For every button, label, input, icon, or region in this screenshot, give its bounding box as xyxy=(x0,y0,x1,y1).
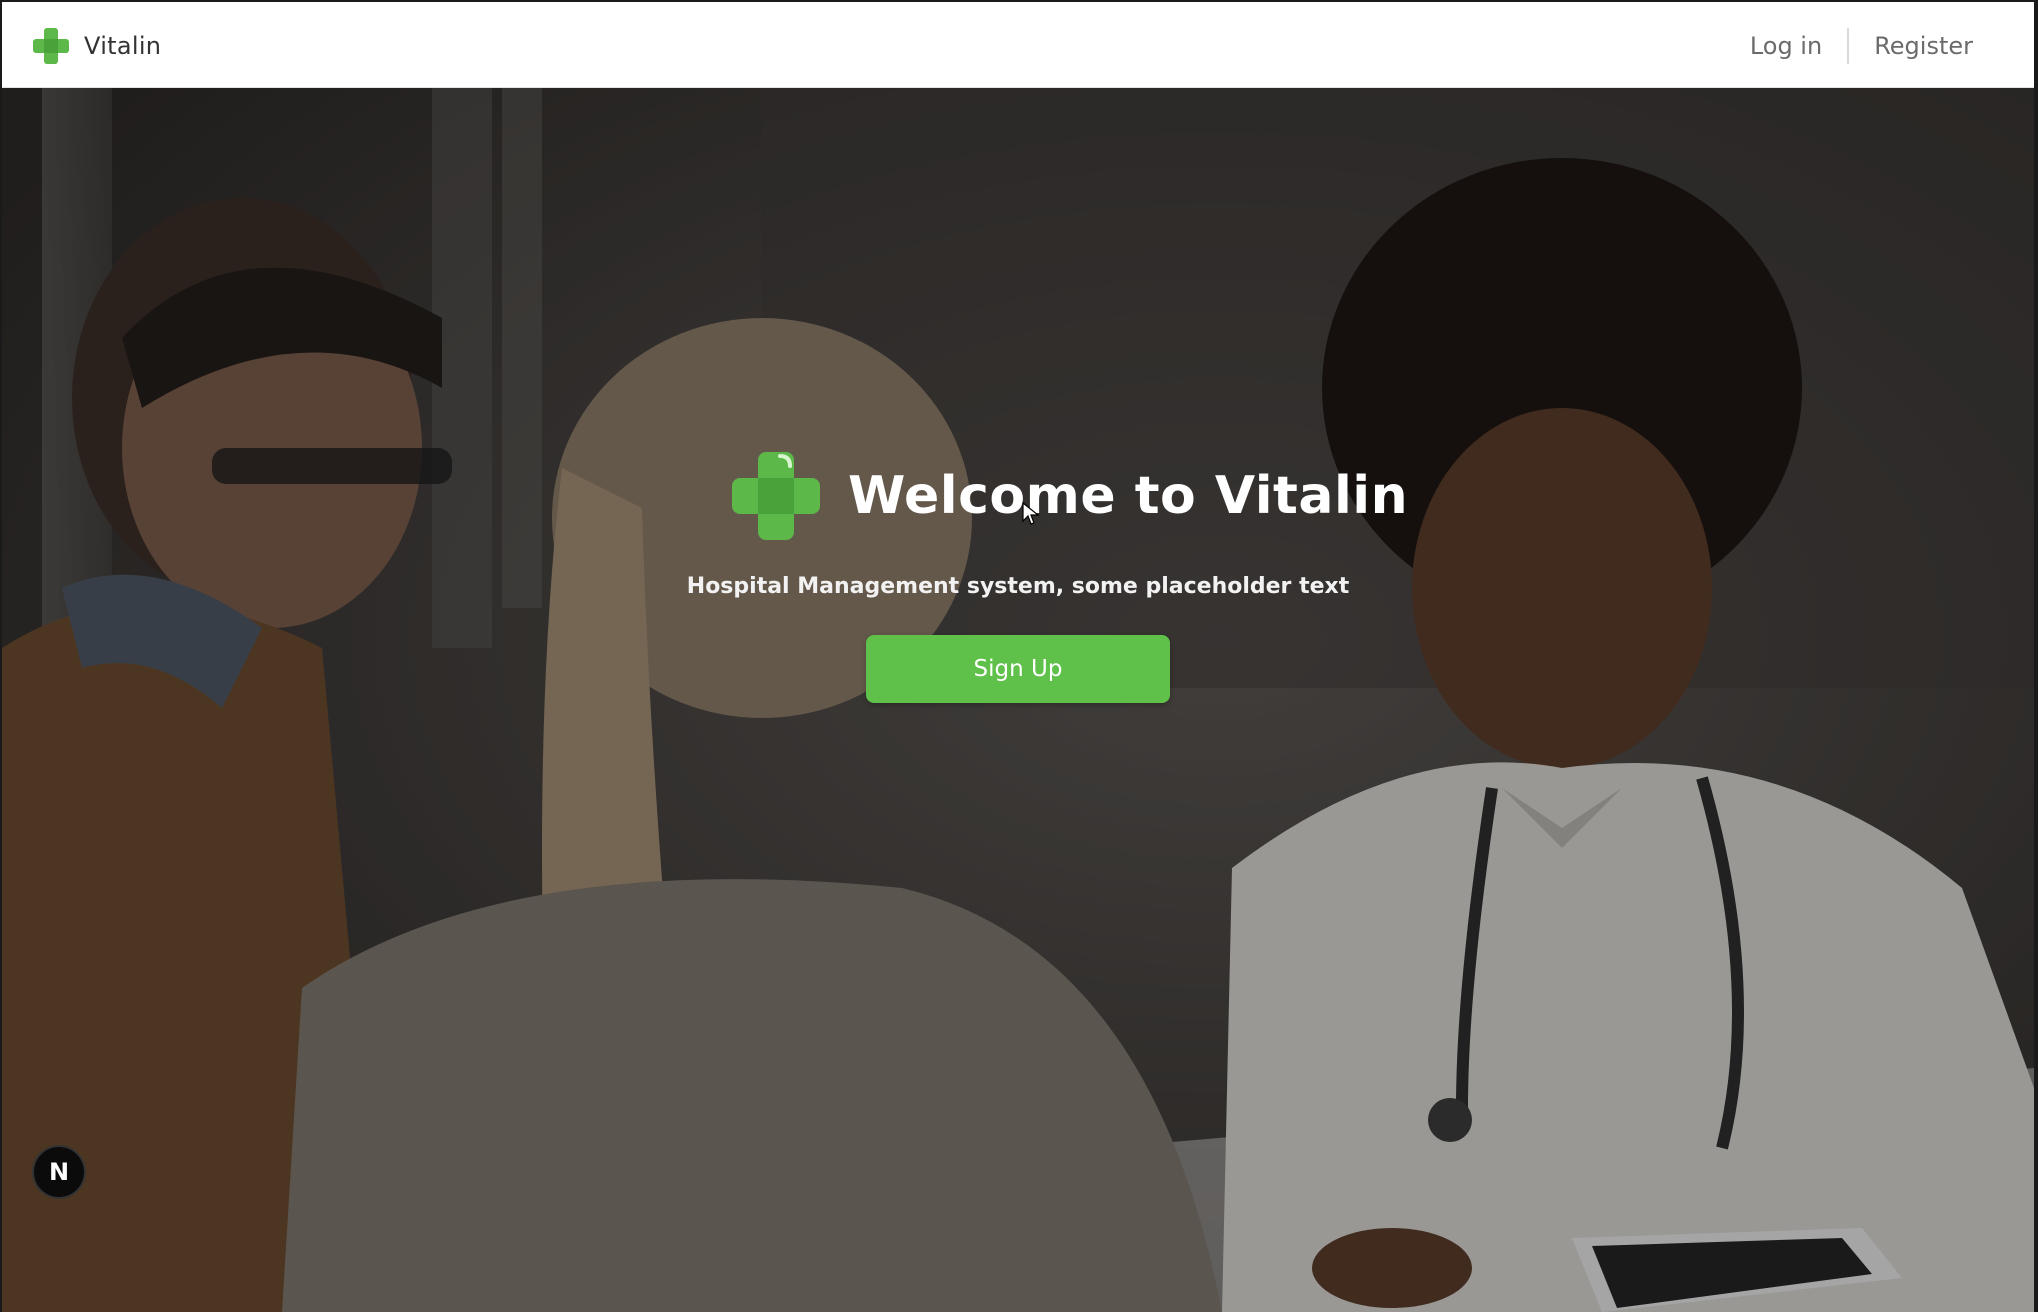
hero-content: Welcome to Vitalin Hospital Management s… xyxy=(2,88,2034,1312)
top-navbar: Vitalin Log in Register xyxy=(2,2,2034,88)
app-window: Vitalin Log in Register Welcome to Vital… xyxy=(0,0,2038,1312)
register-link[interactable]: Register xyxy=(1849,32,1998,60)
brand-name: Vitalin xyxy=(84,32,162,60)
hero-title: Welcome to Vitalin xyxy=(848,466,1409,526)
dev-tools-badge[interactable]: N xyxy=(32,1145,86,1199)
hero-subtitle: Hospital Management system, some placeho… xyxy=(686,574,1350,599)
mouse-cursor-icon xyxy=(1022,502,1040,525)
green-cross-icon xyxy=(728,448,824,544)
brand-logo-link[interactable]: Vitalin xyxy=(32,26,161,66)
hero-title-row: Welcome to Vitalin xyxy=(728,446,1408,546)
signup-button[interactable]: Sign Up xyxy=(866,635,1170,703)
nav-links: Log in Register xyxy=(1725,26,1998,66)
login-link[interactable]: Log in xyxy=(1725,32,1847,60)
hero-section: Welcome to Vitalin Hospital Management s… xyxy=(2,88,2034,1312)
green-cross-icon xyxy=(32,26,70,66)
